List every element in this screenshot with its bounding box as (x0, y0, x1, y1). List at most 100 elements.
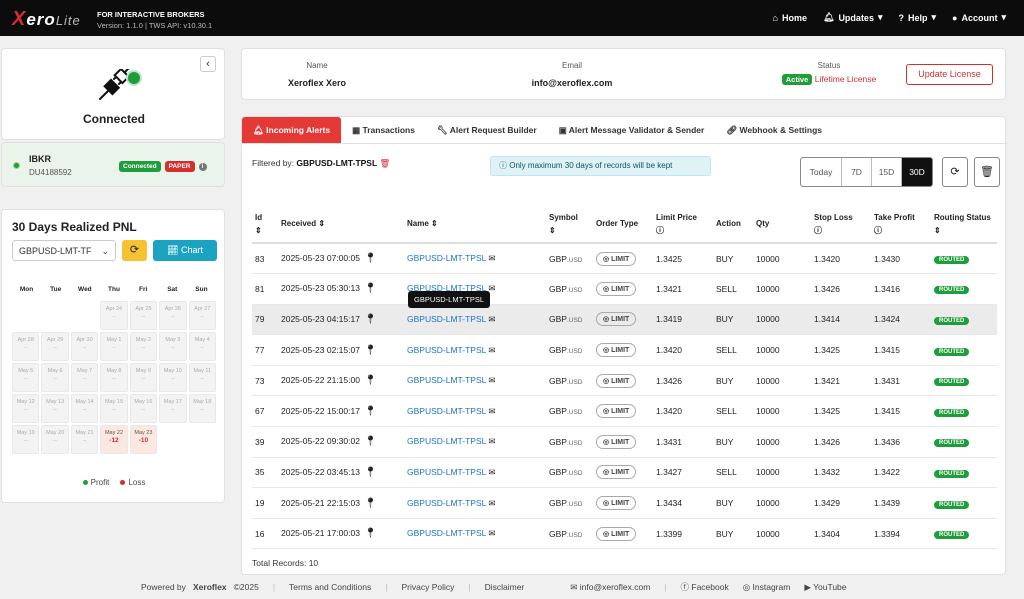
col-id[interactable]: Id ⇕ (252, 205, 278, 244)
footer-email[interactable]: ✉ info@xeroflex.com (570, 582, 650, 593)
disclaimer-link[interactable]: Disclaimer (485, 582, 525, 592)
calendar-day[interactable]: May 1 -- (100, 332, 128, 361)
map-pin-icon[interactable]: 📍︎ (364, 314, 377, 325)
calendar-day[interactable]: May 15 -- (100, 394, 128, 423)
cell-name[interactable]: GBPUSD-LMT-TPSL ✉ (404, 518, 546, 550)
table-row[interactable]: 77 2025-05-23 02:15:07 📍︎ GBPUSD-LMT-TPSL ✉… (252, 334, 997, 366)
col-symbol[interactable]: Symbol ⇕ (546, 205, 593, 244)
message-icon[interactable]: ✉ (488, 345, 495, 355)
calendar-day[interactable]: May 6 -- (41, 363, 69, 392)
alert-name-link[interactable]: GBPUSD-LMT-TPSL (407, 345, 486, 355)
calendar-day[interactable]: May 9 -- (129, 363, 158, 392)
app-logo[interactable]: XeroLite (12, 8, 81, 31)
nav-help[interactable]: ? Help ▾ (898, 12, 936, 23)
map-pin-icon[interactable]: 📍︎ (364, 253, 377, 264)
cell-name[interactable]: GBPUSD-LMT-TPSL ✉ (404, 457, 546, 489)
calendar-day[interactable]: Apr 24 -- (100, 301, 128, 330)
cell-name[interactable]: GBPUSD-LMT-TPSL ✉ (404, 487, 546, 519)
terms-link[interactable]: Terms and Conditions (289, 582, 371, 592)
calendar-day[interactable]: Apr 29 -- (41, 332, 69, 361)
table-row[interactable]: 81 2025-05-23 05:30:13 📍︎ GBPUSD-LMT-TPSL ✉… (252, 273, 997, 305)
chart-button[interactable]: 📈︎ Chart (153, 240, 217, 261)
calendar-day[interactable]: May 23 -10 (129, 425, 158, 454)
calendar-day[interactable]: Apr 25 -- (129, 301, 158, 330)
footer-brand[interactable]: Xeroflex (193, 582, 227, 592)
alert-name-link[interactable]: GBPUSD-LMT-TPSL (407, 253, 486, 263)
table-row[interactable]: 19 2025-05-21 22:15:03 📍︎ GBPUSD-LMT-TPSL ✉… (252, 487, 997, 519)
calendar-day[interactable]: May 21 -- (70, 425, 99, 454)
col-name[interactable]: Name ⇕ (404, 205, 546, 244)
message-icon[interactable]: ✉ (488, 436, 495, 446)
map-pin-icon[interactable]: 📍︎ (364, 436, 377, 447)
cell-name[interactable]: GBPUSD-LMT-TPSL ✉ (404, 395, 546, 428)
calendar-day[interactable]: Apr 30 -- (70, 332, 99, 361)
message-icon[interactable]: ✉ (488, 253, 495, 263)
info-icon[interactable]: ⓘ (874, 226, 882, 235)
map-pin-icon[interactable]: 📍︎ (364, 406, 377, 417)
table-row[interactable]: 35 2025-05-22 03:45:13 📍︎ GBPUSD-LMT-TPSL ✉… (252, 457, 997, 489)
alert-name-link[interactable]: GBPUSD-LMT-TPSL (407, 528, 486, 538)
calendar-day[interactable]: May 14 -- (70, 394, 99, 423)
nav-updates[interactable]: 🔔︎ Updates ▾ (823, 12, 882, 23)
range-7d[interactable]: 7D (842, 158, 872, 186)
tab-webhook-settings[interactable]: 🔗︎ Webhook & Settings (715, 117, 833, 143)
col-routing-status[interactable]: Routing Status ⇕ (931, 205, 997, 244)
map-pin-icon[interactable]: 📍︎ (364, 528, 377, 539)
info-icon[interactable]: i (198, 162, 207, 171)
youtube-link[interactable]: ▶ YouTube (804, 582, 846, 593)
info-icon[interactable]: ⓘ (814, 226, 822, 235)
calendar-day[interactable]: May 17 -- (159, 394, 187, 423)
col-received[interactable]: Received ⇕ (278, 205, 404, 244)
map-pin-icon[interactable]: 📍︎ (364, 375, 377, 386)
cell-name[interactable]: GBPUSD-LMT-TPSL ✉ (404, 243, 546, 275)
calendar-day[interactable]: May 18 -- (188, 394, 216, 423)
message-icon[interactable]: ✉ (488, 314, 495, 324)
map-pin-icon[interactable]: 📍︎ (364, 283, 377, 294)
calendar-day[interactable]: May 11 -- (188, 363, 216, 392)
calendar-day[interactable]: May 10 -- (159, 363, 187, 392)
calendar-day[interactable]: Apr 28 -- (12, 332, 40, 361)
collapse-sidebar-button[interactable]: ‹ (200, 56, 216, 72)
range-30d[interactable]: 30D (902, 158, 932, 186)
range-15d[interactable]: 15D (872, 158, 902, 186)
calendar-day[interactable]: May 20 -- (41, 425, 69, 454)
tab-alert-request-builder[interactable]: 🔧︎ Alert Request Builder (426, 117, 548, 143)
privacy-link[interactable]: Privacy Policy (401, 582, 454, 592)
cell-name[interactable]: GBPUSD-LMT-TPSL ✉ (404, 334, 546, 366)
instagram-link[interactable]: ◎ Instagram (743, 582, 791, 593)
calendar-day[interactable]: May 19 -- (12, 425, 40, 454)
calendar-day[interactable]: May 8 -- (100, 363, 128, 392)
refresh-button[interactable]: ⟳ (942, 157, 968, 187)
calendar-day[interactable]: May 16 -- (129, 394, 158, 423)
table-row[interactable]: 16 2025-05-21 17:00:03 📍︎ GBPUSD-LMT-TPSL ✉… (252, 518, 997, 550)
calendar-day[interactable]: May 13 -- (41, 394, 69, 423)
message-icon[interactable]: ✉ (488, 498, 495, 508)
tab-validator-sender[interactable]: ▣ Alert Message Validator & Sender (548, 117, 716, 143)
table-row[interactable]: 67 2025-05-22 15:00:17 📍︎ GBPUSD-LMT-TPSL ✉… (252, 395, 997, 428)
alert-name-link[interactable]: GBPUSD-LMT-TPSL (407, 314, 486, 324)
cell-name[interactable]: GBPUSD-LMT-TPSL ✉ (404, 426, 546, 458)
tab-incoming-alerts[interactable]: 🔔︎ Incoming Alerts (242, 117, 342, 143)
tab-transactions[interactable]: ▦ Transactions (341, 117, 426, 143)
alert-name-link[interactable]: GBPUSD-LMT-TPSL (407, 467, 486, 477)
table-row[interactable]: 39 2025-05-22 09:30:02 📍︎ GBPUSD-LMT-TPSL ✉… (252, 426, 997, 458)
calendar-day[interactable]: May 22 -12 (100, 425, 128, 454)
cell-name[interactable]: GBPUSD-LMT-TPSL ✉ (404, 304, 546, 336)
alert-name-link[interactable]: GBPUSD-LMT-TPSL (407, 375, 486, 385)
map-pin-icon[interactable]: 📍︎ (364, 345, 377, 356)
calendar-day[interactable]: May 12 -- (12, 394, 40, 423)
calendar-day[interactable]: May 2 -- (129, 332, 158, 361)
update-license-button[interactable]: Update License (906, 64, 993, 85)
table-row[interactable]: 79 2025-05-23 04:15:17 📍︎ GBPUSD-LMT-TPSL ✉… (252, 304, 997, 336)
calendar-day[interactable]: May 5 -- (12, 363, 40, 392)
calendar-day[interactable]: Apr 27 -- (188, 301, 216, 330)
message-icon[interactable]: ✉ (488, 467, 495, 477)
table-row[interactable]: 83 2025-05-23 07:00:05 📍︎ GBPUSD-LMT-TPSL ✉… (252, 243, 997, 275)
map-pin-icon[interactable]: 📍︎ (364, 467, 377, 478)
alert-name-link[interactable]: GBPUSD-LMT-TPSL (407, 406, 486, 416)
symbol-select[interactable]: GBPUSD-LMT-TF ⌄ (12, 240, 116, 261)
message-icon[interactable]: ✉ (488, 375, 495, 385)
delete-button[interactable]: 🗑︎ (974, 157, 1000, 187)
range-today[interactable]: Today (801, 158, 842, 186)
calendar-day[interactable]: May 4 -- (188, 332, 216, 361)
